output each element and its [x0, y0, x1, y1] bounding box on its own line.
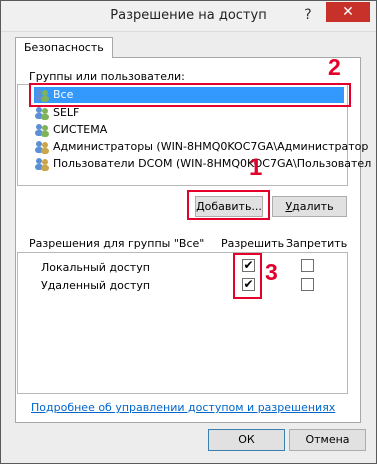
permissions-title: Разрешения для группы "Все" — [29, 237, 205, 250]
users-icon — [35, 107, 49, 120]
perm-label-remote: Удаленный доступ — [41, 279, 151, 292]
remove-label: далить — [292, 200, 334, 213]
list-item-dcom-users[interactable]: Пользователи DCOM (WIN-8HMQ0KOC7GA\Польз… — [34, 156, 371, 172]
list-item-label: Пользователи DCOM (WIN-8HMQ0KOC7GA\Польз… — [53, 157, 372, 170]
users-icon — [35, 158, 49, 171]
window-title: Разрешение на доступ — [110, 8, 267, 23]
allow-header: Разрешить — [221, 237, 285, 250]
annotation-box-3 — [233, 253, 262, 299]
remove-button[interactable]: Удалить — [272, 196, 347, 217]
list-item-self[interactable]: SELF — [34, 105, 79, 121]
help-link[interactable]: Подробнее об управлении доступом и разре… — [31, 401, 335, 414]
close-button[interactable]: ✕ — [326, 2, 370, 22]
groups-label: Группы или пользователи: — [29, 70, 185, 83]
deny-header: Запретить — [286, 237, 348, 250]
users-icon — [35, 124, 49, 137]
annotation-box-1 — [187, 190, 270, 220]
annotation-number-3: 3 — [265, 259, 278, 285]
annotation-number-1: 1 — [249, 154, 263, 181]
deny-local-checkbox[interactable] — [301, 259, 314, 272]
tab-security[interactable]: Безопасность — [15, 37, 113, 58]
deny-remote-checkbox[interactable] — [301, 278, 314, 291]
ok-button[interactable]: ОК — [208, 429, 285, 451]
list-item-label: SELF — [53, 106, 80, 119]
title-bar: Разрешение на доступ ? ✕ — [1, 1, 376, 32]
cancel-button[interactable]: Отмена — [289, 429, 366, 451]
list-item-label: Администраторы (WIN-8HMQ0KOC7GA\Админист… — [53, 140, 369, 153]
annotation-box-2 — [29, 83, 351, 107]
help-button[interactable]: ? — [297, 3, 319, 27]
users-icon — [35, 141, 49, 154]
list-item-label: СИСТЕМА — [53, 123, 108, 136]
dialog-window: Разрешение на доступ ? ✕ Безопасность Гр… — [0, 0, 377, 464]
perm-label-local: Локальный доступ — [41, 261, 150, 274]
annotation-number-2: 2 — [328, 54, 341, 80]
list-item-system[interactable]: СИСТЕМА — [34, 122, 107, 138]
list-item-admins[interactable]: Администраторы (WIN-8HMQ0KOC7GA\Админист… — [34, 139, 368, 155]
